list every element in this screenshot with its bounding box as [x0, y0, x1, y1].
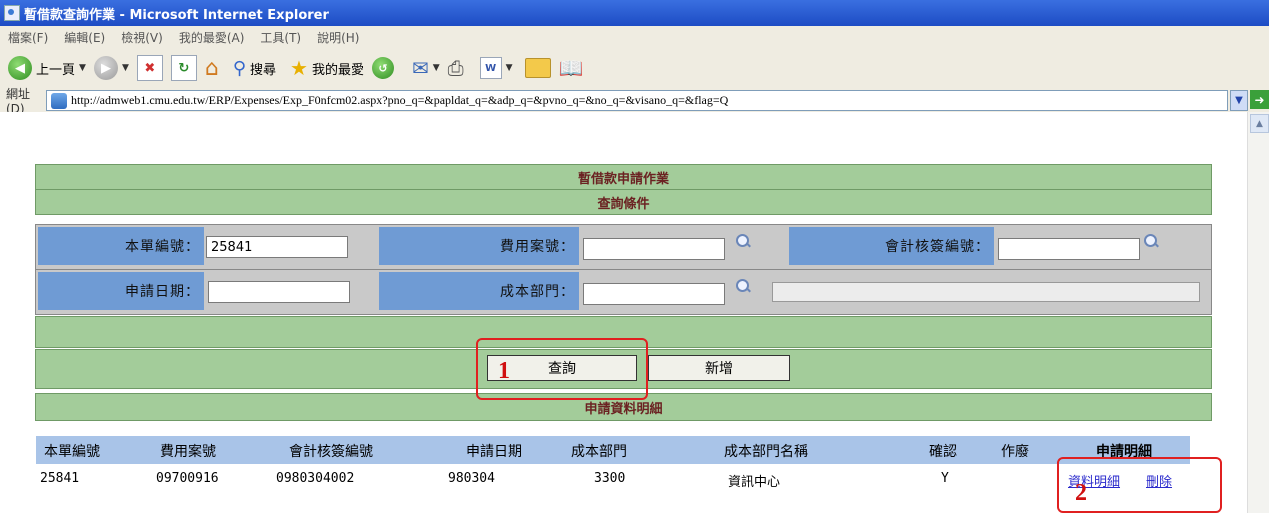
- menu-tools[interactable]: 工具(T): [260, 29, 301, 46]
- cell-order-no: 25841: [40, 471, 80, 486]
- back-label: 上一頁: [36, 62, 76, 78]
- order-no-input[interactable]: 25841: [206, 236, 348, 258]
- menu-bar: 檔案(F) 編輯(E) 檢視(V) 我的最愛(A) 工具(T) 說明(H): [0, 26, 1269, 49]
- cost-dept-input[interactable]: [583, 283, 725, 305]
- research-button[interactable]: 📖: [559, 52, 584, 84]
- annotation-number-1: 1: [498, 358, 510, 384]
- cell-accounting-no: 0980304002: [276, 471, 355, 486]
- col-void: 作廢: [1001, 444, 1029, 460]
- col-order-no: 本單編號: [44, 444, 100, 460]
- expense-no-search-icon[interactable]: [736, 234, 750, 248]
- col-expense-no: 費用案號: [160, 444, 216, 460]
- go-button[interactable]: ➜: [1250, 90, 1269, 109]
- expense-no-label: 費用案號：: [379, 227, 579, 265]
- research-icon: 📖: [558, 56, 584, 80]
- mail-button[interactable]: ✉ ▼: [412, 52, 440, 84]
- stop-icon: ✖: [136, 55, 163, 81]
- chevron-down-icon: ▼: [79, 63, 86, 73]
- back-arrow-icon: ◀: [8, 56, 32, 80]
- col-apply-date: 申請日期: [466, 444, 522, 460]
- home-button[interactable]: ⌂: [205, 52, 219, 84]
- table-row: 25841 09700916 0980304002 980304 3300 資訊…: [36, 464, 1190, 494]
- apply-date-input[interactable]: [208, 281, 350, 303]
- refresh-icon: ↻: [170, 55, 197, 81]
- back-button[interactable]: ◀ 上一頁 ▼: [8, 52, 86, 84]
- form-row-2: 申請日期： 成本部門：: [35, 269, 1212, 315]
- annotation-number-2: 2: [1075, 480, 1087, 506]
- stop-button[interactable]: ✖: [136, 52, 163, 84]
- star-icon: ★: [290, 56, 308, 80]
- window-title: 暫借款查詢作業 - Microsoft Internet Explorer: [24, 7, 329, 23]
- search-label: 搜尋: [250, 62, 277, 78]
- accounting-no-input[interactable]: [998, 238, 1140, 260]
- forward-button[interactable]: ▶ ▼: [93, 52, 129, 84]
- favorites-button[interactable]: ★ 我的最愛: [290, 52, 364, 84]
- section-query-title: 查詢條件: [35, 189, 1212, 215]
- scroll-up-icon[interactable]: ▲: [1250, 114, 1269, 133]
- address-input[interactable]: http://admweb1.cmu.edu.tw/ERP/Expenses/E…: [46, 90, 1228, 111]
- chevron-down-icon: ▼: [121, 63, 129, 73]
- printer-icon: ⎙: [447, 56, 464, 80]
- form-row-1: 本單編號： 25841 費用案號： 會計核簽編號：: [35, 224, 1212, 270]
- accounting-no-label: 會計核簽編號：: [789, 227, 994, 265]
- accounting-no-search-icon[interactable]: [1144, 234, 1158, 248]
- chevron-down-icon: ▼: [505, 63, 513, 73]
- col-confirm: 確認: [929, 444, 957, 460]
- history-icon: ↺: [371, 57, 394, 79]
- favorites-label: 我的最愛: [311, 62, 364, 78]
- refresh-button[interactable]: ↻: [170, 52, 197, 84]
- address-label: 網址(D): [6, 86, 31, 116]
- cost-dept-search-icon[interactable]: [736, 279, 750, 293]
- search-icon: ⚲: [232, 57, 247, 79]
- page-title: 暫借款申請作業: [35, 164, 1212, 190]
- home-icon: ⌂: [204, 55, 219, 81]
- address-bar: 網址(D) http://admweb1.cmu.edu.tw/ERP/Expe…: [0, 86, 1269, 116]
- browser-toolbar: ◀ 上一頁 ▼ ▶ ▼ ✖ ↻ ⌂ ⚲ 搜尋 ★ 我的最愛 ↺ ✉ ▼ ⎙ W …: [0, 48, 1269, 89]
- cell-dept-name: 資訊中心: [728, 475, 781, 490]
- menu-favorites[interactable]: 我的最愛(A): [179, 29, 245, 46]
- order-no-label: 本單編號：: [38, 227, 204, 265]
- history-button[interactable]: ↺: [371, 52, 394, 84]
- col-dept-name: 成本部門名稱: [724, 444, 808, 460]
- forward-arrow-icon: ▶: [93, 56, 118, 80]
- chevron-down-icon: ▼: [432, 63, 440, 73]
- address-url: http://admweb1.cmu.edu.tw/ERP/Expenses/E…: [71, 93, 729, 107]
- window-title-bar: 暫借款查詢作業 - Microsoft Internet Explorer: [0, 0, 1269, 26]
- add-button[interactable]: 新增: [648, 355, 790, 381]
- edit-button[interactable]: W ▼: [479, 52, 513, 84]
- expense-no-input[interactable]: [583, 238, 725, 260]
- col-cost-dept: 成本部門: [571, 444, 627, 460]
- folder-button[interactable]: [524, 52, 551, 84]
- ie-page-icon: [4, 5, 20, 21]
- cost-dept-label: 成本部門：: [379, 272, 579, 310]
- menu-file[interactable]: 檔案(F): [8, 29, 48, 46]
- mail-icon: ✉: [411, 56, 429, 80]
- menu-view[interactable]: 檢視(V): [121, 29, 163, 46]
- menu-help[interactable]: 說明(H): [317, 29, 359, 46]
- col-accounting-no: 會計核簽編號: [289, 444, 373, 460]
- cell-apply-date: 980304: [448, 471, 495, 486]
- cell-confirm: Y: [941, 471, 949, 486]
- cell-expense-no: 09700916: [156, 471, 219, 486]
- apply-date-label: 申請日期：: [38, 272, 204, 310]
- print-button[interactable]: ⎙: [448, 52, 464, 84]
- cell-cost-dept: 3300: [594, 471, 626, 486]
- word-icon: W: [479, 57, 502, 79]
- cost-dept-name-field: [772, 282, 1200, 302]
- page-icon: [51, 92, 67, 109]
- menu-edit[interactable]: 編輯(E): [64, 29, 105, 46]
- vertical-scrollbar[interactable]: ▲: [1247, 112, 1269, 513]
- folder-icon: [524, 58, 551, 78]
- search-button[interactable]: ⚲ 搜尋: [233, 52, 276, 84]
- table-header: 本單編號 費用案號 會計核簽編號 申請日期 成本部門 成本部門名稱 確認 作廢 …: [36, 436, 1190, 464]
- address-dropdown-icon[interactable]: ▼: [1230, 90, 1248, 111]
